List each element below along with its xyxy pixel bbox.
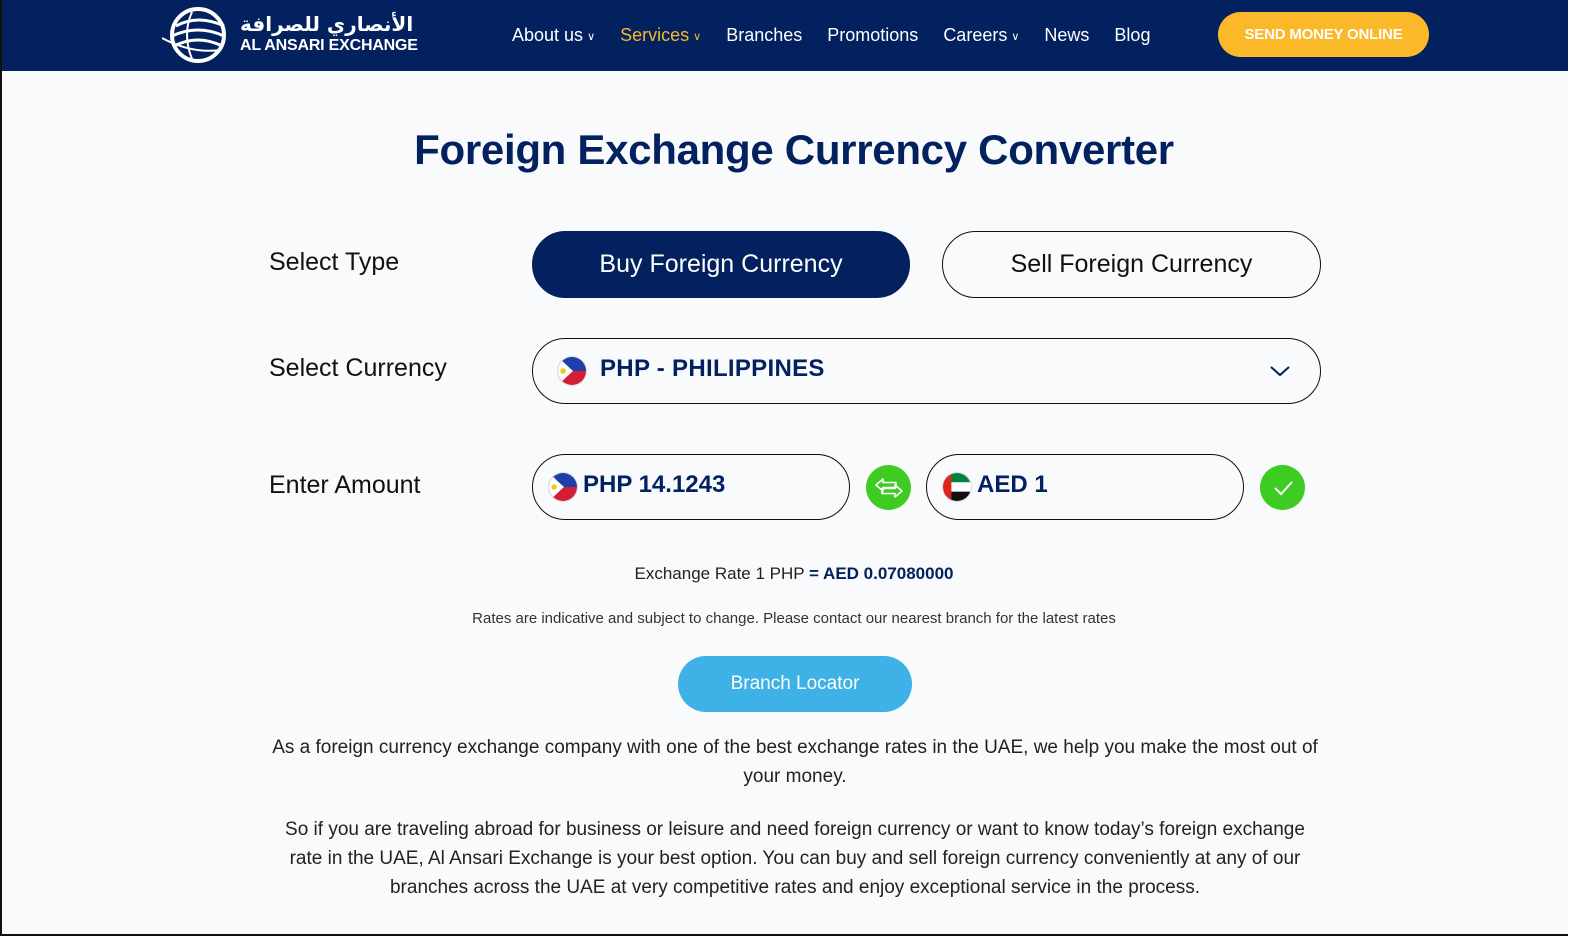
select-currency-label: Select Currency xyxy=(269,354,447,382)
nav-item-label: Careers xyxy=(943,25,1008,45)
to-amount-value: AED 1 xyxy=(977,471,1048,498)
al-ansari-logo[interactable]: الأنصاري للصرافة AL ANSARI EXCHANGE xyxy=(162,4,422,64)
uae-flag-icon xyxy=(942,472,972,502)
nav-item-about-us[interactable]: About us ∨ xyxy=(512,25,595,46)
buy-foreign-currency-button[interactable]: Buy Foreign Currency xyxy=(532,231,910,298)
nav-item-branches[interactable]: Branches xyxy=(726,25,802,46)
branch-locator-button[interactable]: Branch Locator xyxy=(678,656,912,712)
selected-currency: PHP - PHILIPPINES xyxy=(600,355,825,382)
chevron-down-icon: ∨ xyxy=(693,31,702,43)
nav-item-label: Promotions xyxy=(827,25,919,45)
page-edge xyxy=(1568,0,1584,946)
nav-item-blog[interactable]: Blog xyxy=(1114,25,1150,46)
nav-item-services[interactable]: Services ∨ xyxy=(620,25,701,46)
chevron-down-icon xyxy=(1270,366,1290,377)
confirm-button[interactable] xyxy=(1260,465,1305,510)
sell-foreign-currency-button[interactable]: Sell Foreign Currency xyxy=(942,231,1321,298)
page-title: Foreign Exchange Currency Converter xyxy=(414,126,1174,173)
to-amount-input[interactable]: AED 1 xyxy=(926,454,1244,520)
nav-item-promotions[interactable]: Promotions xyxy=(827,25,918,46)
philippines-flag-icon xyxy=(557,356,587,386)
from-amount-value: PHP 14.1243 xyxy=(583,471,726,498)
select-type-label: Select Type xyxy=(269,248,400,276)
send-money-online-button[interactable]: SEND MONEY ONLINE xyxy=(1218,12,1429,57)
intro-paragraph: As a foreign currency exchange company w… xyxy=(272,737,1318,787)
chevron-down-icon: ∨ xyxy=(1011,31,1020,43)
nav-item-label: News xyxy=(1044,25,1090,45)
nav-item-label: About us xyxy=(512,25,584,45)
currency-select[interactable]: PHP - PHILIPPINES xyxy=(532,338,1321,404)
nav-item-careers[interactable]: Careers ∨ xyxy=(943,25,1019,46)
page: الأنصاري للصرافة AL ANSARI EXCHANGE Abou… xyxy=(0,0,1568,936)
philippines-flag-icon xyxy=(548,472,578,502)
swap-arrows-icon xyxy=(874,477,903,498)
exchange-rate-text: Exchange Rate 1 PHP = AED 0.07080000 xyxy=(2,564,1568,584)
nav-item-label: Blog xyxy=(1114,25,1151,45)
rates-disclaimer: Rates are indicative and subject to chan… xyxy=(472,610,1116,627)
exchange-rate-prefix: Exchange Rate 1 PHP xyxy=(634,564,810,583)
logo-arabic-text: الأنصاري للصرافة xyxy=(240,12,414,36)
details-paragraph: So if you are traveling abroad for busin… xyxy=(285,819,1305,898)
exchange-rate-value: = AED 0.07080000 xyxy=(809,564,954,583)
enter-amount-label: Enter Amount xyxy=(269,471,421,499)
from-amount-input[interactable]: PHP 14.1243 xyxy=(532,454,850,520)
swap-currency-button[interactable] xyxy=(866,465,911,510)
nav-item-news[interactable]: News xyxy=(1044,25,1089,46)
globe-logo-icon xyxy=(162,7,226,63)
nav-item-label: Services xyxy=(620,25,690,45)
chevron-down-icon: ∨ xyxy=(587,31,596,43)
logo-english-text: AL ANSARI EXCHANGE xyxy=(240,37,418,54)
check-icon xyxy=(1273,480,1293,495)
top-navbar: الأنصاري للصرافة AL ANSARI EXCHANGE Abou… xyxy=(2,0,1568,71)
nav-item-label: Branches xyxy=(726,25,803,45)
nav-menu: About us ∨ Services ∨ Branches Promotion… xyxy=(512,0,1175,71)
